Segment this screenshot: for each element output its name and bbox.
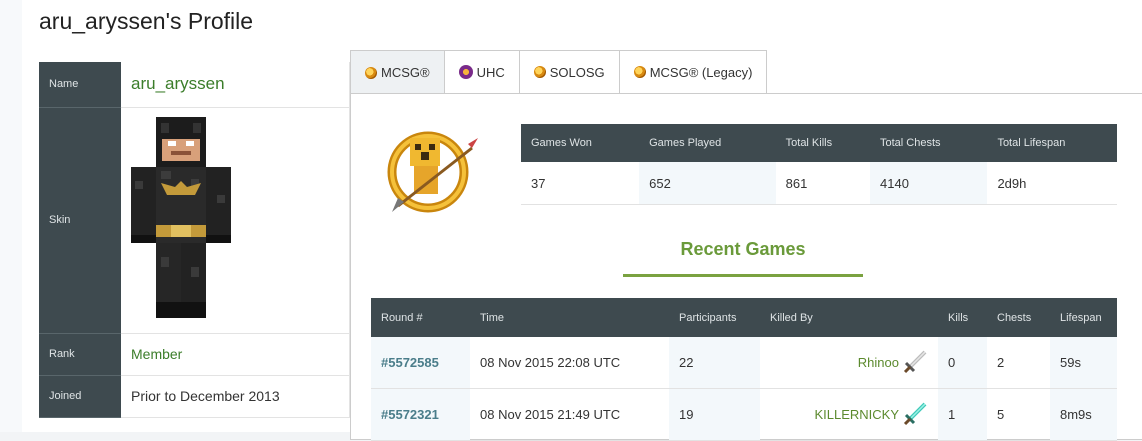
- left-gutter: [0, 0, 23, 432]
- total-kills-value: 861: [775, 162, 870, 205]
- tab-mcsg[interactable]: MCSG®: [350, 50, 445, 94]
- stat-header: Games Won: [521, 124, 640, 162]
- recent-games-table: Round # Time Participants Killed By Kill…: [371, 298, 1117, 441]
- weapon-cell: [903, 337, 938, 389]
- profile-page: aru_aryssen's Profile Name aru_aryssen S…: [22, 0, 1142, 441]
- col-chests: Chests: [987, 298, 1050, 337]
- stats-panel: Games Won Games Played Total Kills Total…: [350, 93, 1142, 441]
- kills-cell: 1: [938, 388, 987, 441]
- total-lifespan-value: 2d9h: [987, 162, 1117, 205]
- tab-solosg[interactable]: SOLOSG: [518, 50, 620, 93]
- recent-games-heading: Recent Games: [680, 239, 806, 259]
- mcsg-icon: [365, 66, 377, 79]
- games-played-value: 652: [639, 162, 776, 205]
- skin-label: Skin: [39, 107, 121, 334]
- stat-header: Total Chests: [870, 124, 988, 162]
- diamond-sword-icon: [903, 402, 927, 426]
- col-time: Time: [470, 298, 669, 337]
- stat-header: Total Lifespan: [987, 124, 1117, 162]
- weapon-cell: [903, 388, 938, 441]
- stats-table: Games Won Games Played Total Kills Total…: [521, 124, 1117, 205]
- col-killed-by: Killed By: [760, 298, 938, 337]
- player-skin-image: [131, 116, 231, 318]
- heading-underline: [623, 274, 863, 277]
- iron-sword-icon: [903, 350, 927, 374]
- table-row: #5572321 08 Nov 2015 21:49 UTC 19 KILLER…: [371, 388, 1117, 441]
- tab-label: MCSG®: [381, 65, 430, 80]
- name-value: aru_aryssen: [121, 62, 350, 108]
- time-cell: 08 Nov 2015 21:49 UTC: [470, 388, 669, 441]
- solosg-icon: [533, 66, 546, 78]
- chests-cell: 5: [987, 388, 1050, 441]
- stat-header: Total Kills: [775, 124, 870, 162]
- games-won-value: 37: [521, 162, 640, 205]
- skin-cell: [121, 107, 350, 334]
- table-row: #5572585 08 Nov 2015 22:08 UTC 22 Rhinoo…: [371, 337, 1117, 389]
- time-cell: 08 Nov 2015 22:08 UTC: [470, 337, 669, 389]
- participants-cell: 22: [669, 337, 760, 389]
- killer-link[interactable]: KILLERNICKY: [760, 388, 903, 441]
- rank-value: Member: [121, 333, 350, 376]
- participants-cell: 19: [669, 388, 760, 441]
- tab-uhc[interactable]: UHC: [443, 50, 520, 93]
- tab-label: MCSG® (Legacy): [649, 64, 753, 80]
- joined-label: Joined: [39, 375, 121, 418]
- page-title: aru_aryssen's Profile: [39, 8, 254, 34]
- col-kills: Kills: [938, 298, 987, 337]
- uhc-icon: [458, 65, 473, 79]
- col-participants: Participants: [669, 298, 760, 337]
- killer-link[interactable]: Rhinoo: [760, 337, 903, 389]
- total-chests-value: 4140: [870, 162, 988, 205]
- col-round: Round #: [371, 298, 470, 337]
- mcsg-emblem-icon: [387, 131, 478, 213]
- profile-table: Name aru_aryssen Skin Rank Member Joined…: [39, 62, 350, 418]
- rank-label: Rank: [39, 333, 121, 376]
- round-link[interactable]: #5572585: [371, 337, 470, 389]
- stat-header: Games Played: [639, 124, 776, 162]
- round-link[interactable]: #5572321: [371, 388, 470, 441]
- game-tabs: MCSG® UHC SOLOSG MCSG® (Legacy): [350, 50, 768, 94]
- lifespan-cell: 8m9s: [1050, 388, 1117, 441]
- tab-label: SOLOSG: [549, 64, 605, 80]
- joined-value: Prior to December 2013: [121, 375, 350, 418]
- name-label: Name: [39, 62, 121, 108]
- tab-label: UHC: [476, 64, 505, 80]
- tab-mcsg-legacy[interactable]: MCSG® (Legacy): [618, 50, 768, 93]
- chests-cell: 2: [987, 337, 1050, 389]
- kills-cell: 0: [938, 337, 987, 389]
- lifespan-cell: 59s: [1050, 337, 1117, 389]
- col-lifespan: Lifespan: [1050, 298, 1117, 337]
- mcsg-legacy-icon: [633, 66, 646, 78]
